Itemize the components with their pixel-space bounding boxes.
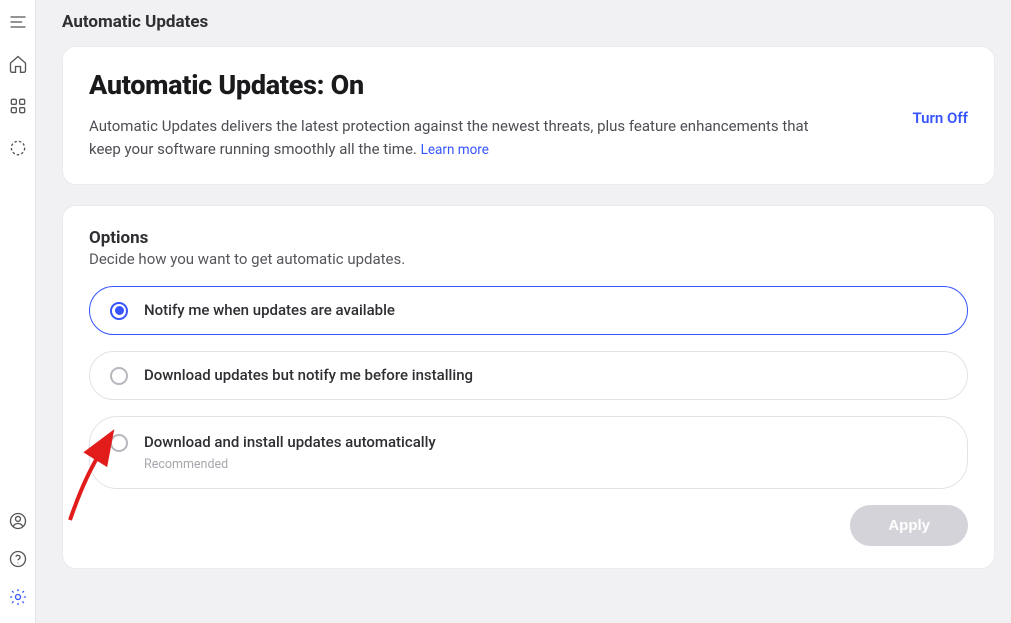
apply-button[interactable]: Apply: [850, 505, 968, 546]
option-label: Notify me when updates are available: [144, 301, 395, 319]
main-content: Automatic Updates Automatic Updates: On …: [36, 0, 1011, 623]
radio-icon: [110, 367, 128, 385]
menu-icon[interactable]: [8, 12, 28, 36]
option-auto-install[interactable]: Download and install updates automatical…: [89, 416, 968, 489]
option-label: Download and install updates automatical…: [144, 433, 436, 451]
gear-icon[interactable]: [8, 587, 28, 611]
help-icon[interactable]: [8, 549, 28, 573]
option-download-notify[interactable]: Download updates but notify me before in…: [89, 351, 968, 400]
option-notify[interactable]: Notify me when updates are available: [89, 286, 968, 335]
turn-off-button[interactable]: Turn Off: [912, 69, 968, 127]
options-card: Options Decide how you want to get autom…: [62, 205, 995, 569]
status-card: Automatic Updates: On Automatic Updates …: [62, 46, 995, 185]
page-title: Automatic Updates: [62, 12, 995, 32]
home-icon[interactable]: [8, 54, 28, 78]
option-sublabel: Recommended: [144, 457, 436, 472]
options-subtitle: Decide how you want to get automatic upd…: [89, 250, 968, 268]
user-icon[interactable]: [8, 511, 28, 535]
option-label: Download updates but notify me before in…: [144, 366, 473, 384]
sidebar: [0, 0, 36, 623]
status-title: Automatic Updates: On: [89, 69, 892, 101]
radio-icon: [110, 434, 128, 452]
status-description: Automatic Updates delivers the latest pr…: [89, 115, 809, 162]
options-title: Options: [89, 228, 968, 248]
learn-more-link[interactable]: Learn more: [421, 142, 489, 158]
apps-icon[interactable]: [8, 96, 28, 120]
circle-icon[interactable]: [8, 138, 28, 162]
radio-icon: [110, 302, 128, 320]
